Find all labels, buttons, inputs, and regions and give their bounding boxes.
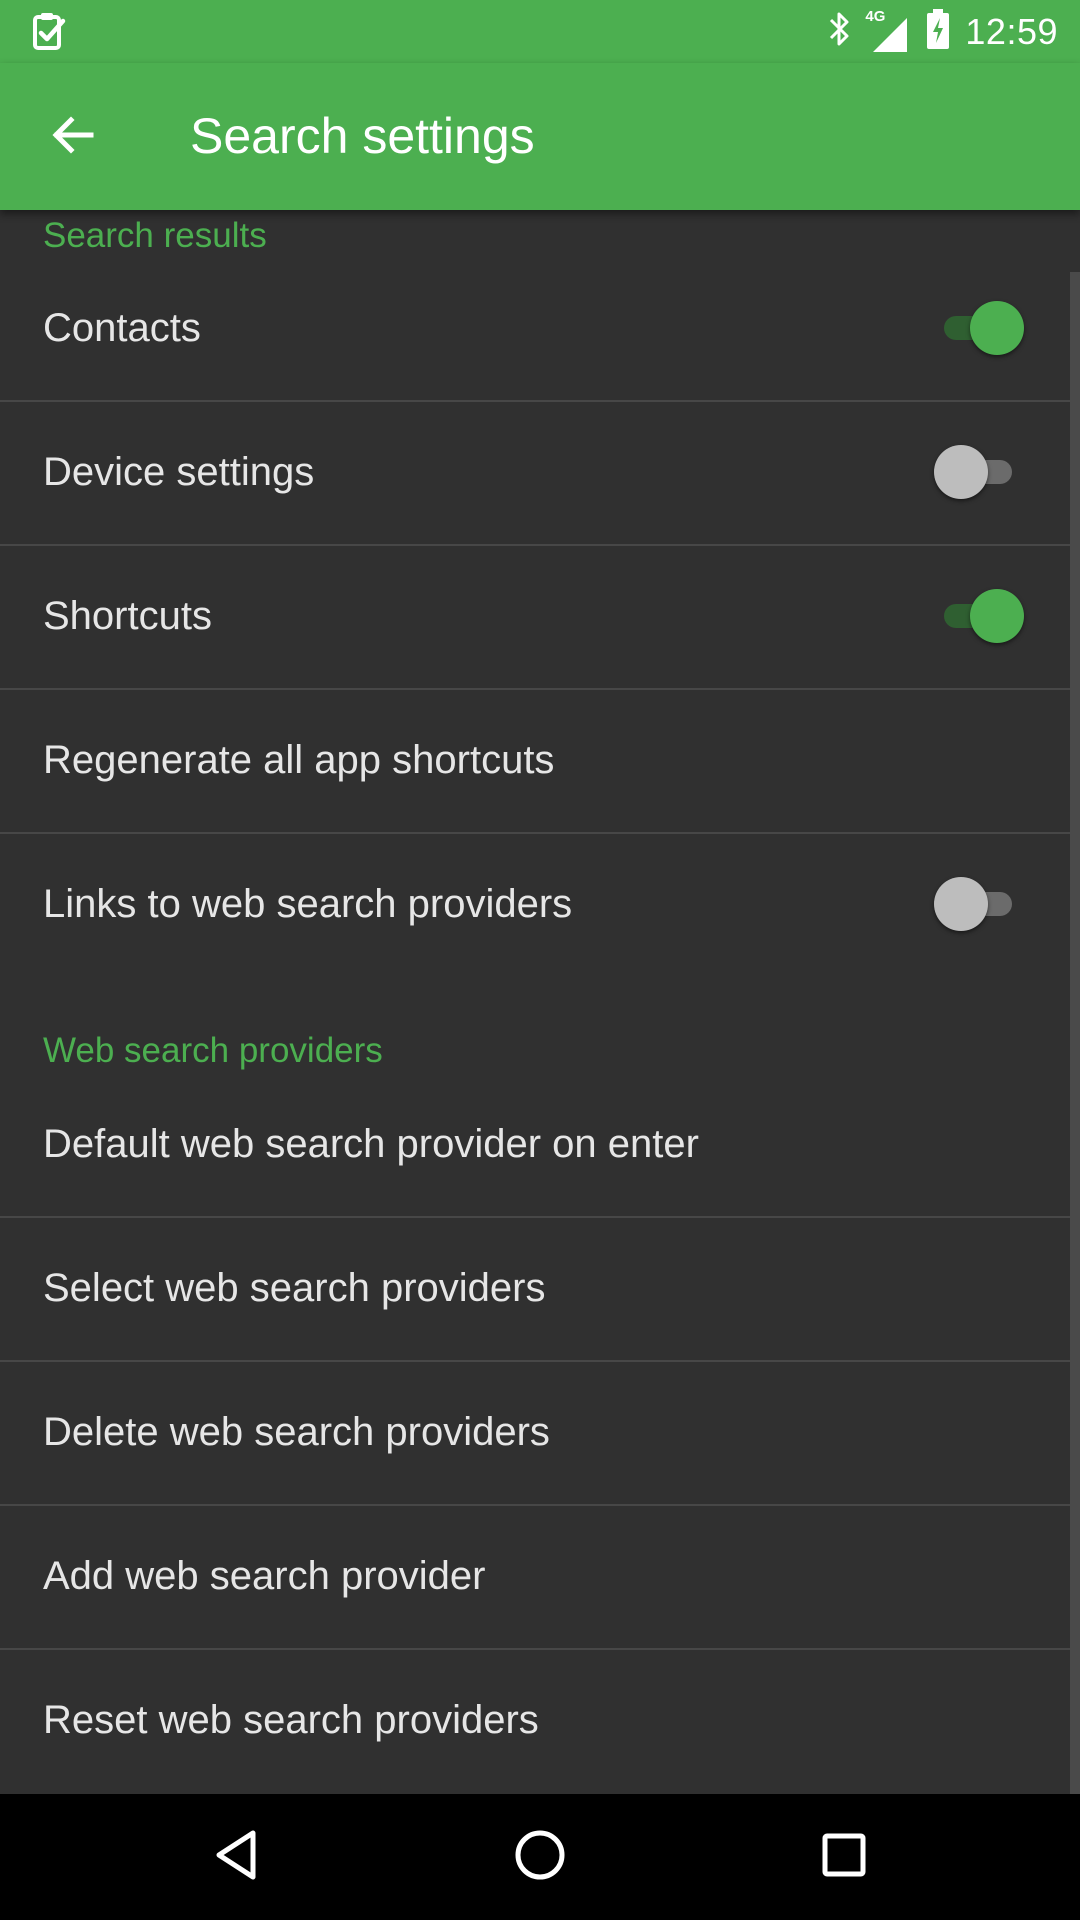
nav-back-button[interactable]: [196, 1817, 276, 1897]
pref-default-provider[interactable]: Default web search provider on enter: [0, 1073, 1070, 1216]
cellular-signal-icon: 4G: [865, 8, 911, 54]
links-web-search-switch[interactable]: [934, 876, 1020, 932]
pref-contacts-label: Contacts: [43, 306, 201, 350]
pref-device-settings-label: Device settings: [43, 450, 315, 494]
pref-regenerate-shortcuts[interactable]: Regenerate all app shortcuts: [0, 689, 1070, 832]
arrow-back-icon: [49, 111, 97, 164]
home-circle-icon: [514, 1829, 566, 1886]
section-header-web-search-providers: Web search providers: [43, 1031, 383, 1070]
pref-delete-providers[interactable]: Delete web search providers: [0, 1361, 1070, 1504]
pref-select-providers[interactable]: Select web search providers: [0, 1217, 1070, 1360]
pref-select-providers-label: Select web search providers: [43, 1266, 546, 1310]
page-title: Search settings: [190, 108, 535, 164]
pref-reset-providers[interactable]: Reset web search providers: [0, 1649, 1070, 1792]
shortcuts-switch[interactable]: [934, 588, 1024, 644]
pref-add-provider[interactable]: Add web search provider: [0, 1505, 1070, 1648]
switch-thumb: [934, 445, 988, 499]
status-icons: 4G 12:59: [827, 0, 1058, 63]
pref-regenerate-shortcuts-label: Regenerate all app shortcuts: [43, 738, 555, 782]
back-triangle-icon: [211, 1828, 261, 1887]
switch-thumb: [934, 877, 988, 931]
settings-screen: 4G 12:59 Search settings Search results …: [0, 0, 1080, 1920]
bluetooth-icon: [827, 9, 853, 54]
pref-shortcuts-label: Shortcuts: [43, 594, 212, 638]
pref-add-provider-label: Add web search provider: [43, 1554, 486, 1598]
recents-square-icon: [821, 1832, 867, 1883]
device-settings-switch[interactable]: [934, 444, 1020, 500]
battery-charging-icon: [925, 8, 951, 55]
status-bar: 4G 12:59: [0, 0, 1080, 63]
pref-device-settings[interactable]: Device settings: [0, 401, 1070, 544]
switch-thumb: [970, 589, 1024, 643]
pref-contacts[interactable]: Contacts: [0, 257, 1070, 400]
app-bar: Search settings: [0, 63, 1080, 210]
pref-default-provider-label: Default web search provider on enter: [43, 1122, 699, 1166]
status-time: 12:59: [965, 10, 1058, 52]
pref-delete-providers-label: Delete web search providers: [43, 1410, 550, 1454]
settings-list[interactable]: Search results Contacts Device settings …: [0, 210, 1080, 1794]
navigation-bar: [0, 1794, 1080, 1920]
task-check-icon: [32, 12, 66, 52]
pref-links-web-search-label: Links to web search providers: [43, 882, 573, 926]
scrollbar[interactable]: [1070, 272, 1080, 1794]
nav-recents-button[interactable]: [804, 1817, 884, 1897]
nav-home-button[interactable]: [500, 1817, 580, 1897]
switch-thumb: [970, 301, 1024, 355]
contacts-switch[interactable]: [934, 300, 1024, 356]
section-header-search-results: Search results: [43, 216, 267, 255]
back-button[interactable]: [28, 95, 118, 179]
pref-reset-providers-label: Reset web search providers: [43, 1698, 539, 1742]
pref-shortcuts[interactable]: Shortcuts: [0, 545, 1070, 688]
pref-links-web-search[interactable]: Links to web search providers: [0, 833, 1070, 976]
